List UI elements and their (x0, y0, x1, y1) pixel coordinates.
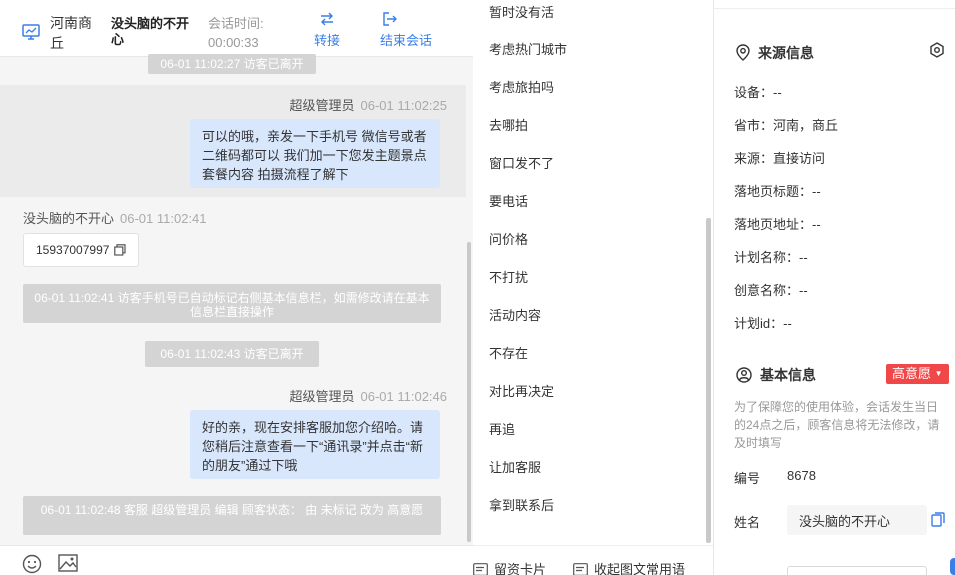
plan-id-info: 计划id：-- (734, 316, 792, 331)
end-session-label: 结束会话 (380, 33, 433, 48)
province-city-info: 省市：河南，商丘 (734, 118, 839, 133)
quick-reply-toolbar: 留资卡片 收起图文常用语 (473, 545, 713, 575)
device-info: 设备：-- (734, 85, 782, 100)
basic-info-title: 基本信息 (736, 365, 816, 385)
quick-reply-item[interactable]: 让加客服 (489, 457, 541, 476)
quick-reply-item[interactable]: 要电话 (489, 191, 528, 210)
name-input[interactable] (787, 505, 927, 535)
user-circle-icon (736, 367, 752, 383)
quick-reply-item[interactable]: 再追 (489, 419, 515, 438)
visitor-phone-card[interactable]: 15937007997 (23, 233, 139, 267)
quick-reply-item[interactable]: 不存在 (489, 343, 528, 362)
agent-sender-line: 超级管理员 06-01 11:02:46 (289, 386, 447, 405)
visitor-phone-number: 15937007997 (36, 243, 110, 257)
number-label: 编号 (734, 471, 761, 486)
image-icon[interactable] (58, 554, 78, 575)
collapse-phrases-label: 收起图文常用语 (594, 562, 686, 575)
edit-notice: 为了保障您的使用体验，会话发生当日的24点之后，顾客信息将无法修改，请及时填写 (734, 400, 940, 450)
chat-panel: 河南商丘 没头脑的不开心 会话时间: 00:00:33 转接 结束会话 06-0… (0, 0, 473, 575)
system-message: 06-01 11:02:27 访客已离开 (148, 54, 316, 74)
settings-icon[interactable] (929, 42, 945, 61)
transfer-button[interactable]: 转接 (314, 12, 340, 49)
next-field-input[interactable] (787, 566, 927, 575)
message-timestamp: 06-01 11:02:25 (360, 98, 448, 113)
number-value: 8678 (787, 468, 816, 483)
divider (714, 8, 955, 9)
collapse-phrases-button[interactable]: 收起图文常用语 (573, 559, 685, 575)
phrases-icon (573, 563, 588, 575)
chat-scrollbar[interactable] (467, 242, 471, 542)
quick-reply-item[interactable]: 去哪拍 (489, 115, 528, 134)
copy-icon[interactable] (931, 512, 945, 530)
intent-status-dropdown[interactable]: 高意愿 ▼ (886, 364, 949, 384)
agent-sender-name: 超级管理员 (289, 389, 355, 404)
location-pin-icon (736, 44, 750, 61)
system-message: 06-01 11:02:43 访客已离开 (145, 341, 319, 367)
message-timestamp: 06-01 11:02:46 (360, 389, 448, 404)
visitor-sender-name: 没头脑的不开心 (23, 211, 115, 226)
quick-reply-scrollbar[interactable] (706, 218, 711, 543)
session-time-value: 00:00:33 (208, 35, 259, 50)
quick-reply-item[interactable]: 活动内容 (489, 305, 541, 324)
quick-reply-item[interactable]: 拿到联系后 (489, 495, 554, 514)
customer-info-panel: 来源信息 设备：-- 省市：河南，商丘 来源：直接访问 落地页标题：-- 落地页… (713, 0, 955, 575)
leave-card-button[interactable]: 留资卡片 (473, 559, 546, 575)
exit-icon (383, 12, 397, 26)
chat-toolbar (0, 545, 473, 575)
session-time-label: 会话时间: (208, 16, 264, 31)
system-message: 06-01 11:02:48 客服 超级管理员 编辑 顾客状态： 由 未标记 改… (23, 496, 441, 535)
basic-info-title-text: 基本信息 (760, 367, 816, 383)
plan-name-info: 计划名称：-- (734, 250, 808, 265)
quick-reply-item[interactable]: 不打扰 (489, 267, 528, 286)
card-icon (473, 563, 488, 575)
quick-reply-item[interactable]: 考虑热门城市 (489, 39, 567, 58)
source-info-title: 来源信息 (736, 43, 814, 63)
copy-icon[interactable] (114, 244, 126, 256)
smiley-icon[interactable] (22, 554, 42, 575)
quick-reply-item[interactable]: 问价格 (489, 229, 528, 248)
quick-reply-item[interactable]: 考虑旅拍吗 (489, 77, 554, 96)
source-channel-info: 来源：直接访问 (734, 151, 826, 166)
name-label: 姓名 (734, 515, 761, 530)
quick-reply-item[interactable]: 对比再决定 (489, 381, 554, 400)
agent-sender-name: 超级管理员 (289, 98, 355, 113)
system-message: 06-01 11:02:41 访客手机号已自动标记右侧基本信息栏，如需修改请在基… (23, 284, 441, 323)
transfer-label: 转接 (314, 33, 341, 48)
source-info-title-text: 来源信息 (758, 45, 814, 61)
quick-reply-item[interactable]: 窗口发不了 (489, 153, 554, 172)
leave-card-label: 留资卡片 (494, 562, 547, 575)
intent-status-label: 高意愿 (892, 366, 932, 381)
end-session-button[interactable]: 结束会话 (380, 12, 432, 49)
creative-name-info: 创意名称：-- (734, 283, 808, 298)
visitor-region: 河南商丘 (50, 15, 92, 51)
caret-down-icon: ▼ (934, 369, 943, 378)
landing-title-info: 落地页标题：-- (734, 184, 821, 199)
visitor-sender-line: 没头脑的不开心 06-01 11:02:41 (23, 208, 207, 227)
message-timestamp: 06-01 11:02:41 (120, 211, 207, 226)
quick-reply-item[interactable]: 暂时没有活 (489, 2, 554, 21)
agent-message-bubble: 好的亲，现在安排客服加您介绍哈。请您稍后注意查看一下“通讯录”并点击“新的朋友”… (190, 410, 440, 479)
quick-reply-panel: 暂时没有活 考虑热门城市 考虑旅拍吗 去哪拍 窗口发不了 要电话 问价格 不打扰… (473, 0, 713, 575)
transfer-icon (321, 12, 333, 26)
agent-message-bubble: 可以的哦，亲发一下手机号 微信号或者二维码都可以 我们加一下您发主题景点套餐内容… (190, 119, 440, 188)
monitor-icon (22, 24, 40, 40)
side-panel-toggle[interactable] (950, 558, 955, 575)
landing-url-info: 落地页地址：-- (734, 217, 821, 232)
agent-sender-line: 超级管理员 06-01 11:02:25 (289, 95, 447, 114)
visitor-name: 没头脑的不开心 (111, 16, 190, 47)
chat-header: 河南商丘 没头脑的不开心 会话时间: 00:00:33 转接 结束会话 (0, 0, 473, 57)
